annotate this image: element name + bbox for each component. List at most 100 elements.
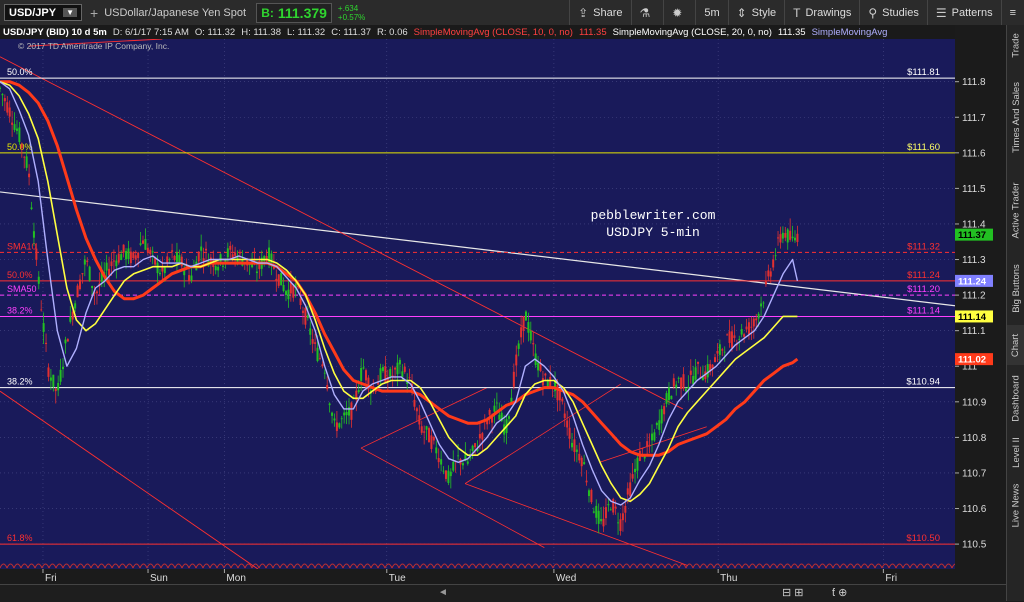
candle-body <box>95 291 98 294</box>
candle-body <box>197 252 200 262</box>
candle-body <box>30 207 33 210</box>
menu-button[interactable]: ≡ <box>1000 0 1024 25</box>
scroll-left-arrow[interactable]: ◄ <box>438 587 448 598</box>
candle-body <box>292 285 295 298</box>
flask-button[interactable]: ⚗ <box>630 0 664 25</box>
candle-body <box>74 303 77 309</box>
y-tick-label: 111.5 <box>962 184 986 195</box>
candle-body <box>401 371 404 378</box>
tab-live-news[interactable]: Live News <box>1007 475 1024 535</box>
price-tag-label: 111.14 <box>958 312 987 323</box>
candle-body <box>132 252 135 259</box>
fib-left-label: 61.8% <box>7 533 33 543</box>
fib-right-label: $111.81 <box>907 67 940 78</box>
candle-body <box>452 461 455 471</box>
chart-title: USD/JPY (BID) 10 d 5m <box>3 26 107 38</box>
tab-big-buttons[interactable]: Big Buttons <box>1007 253 1024 323</box>
x-tick-label: Fri <box>45 573 57 584</box>
candle-body <box>692 376 695 385</box>
style-icon: ⇕ <box>736 5 747 20</box>
high-readout: H: 111.38 <box>241 26 281 38</box>
symbol-selector[interactable]: USD/JPY ▼ <box>4 4 82 21</box>
style-button[interactable]: ⇕ Style <box>727 0 785 25</box>
candle-body <box>466 461 469 464</box>
candle-body <box>275 278 278 282</box>
candle-body <box>64 339 67 344</box>
candle-body <box>265 256 268 262</box>
share-icon: ⇪ <box>578 5 589 20</box>
candle-body <box>619 519 622 532</box>
candle-body <box>636 457 639 471</box>
bid-value: 111.379 <box>277 4 327 21</box>
candle-body <box>20 144 23 149</box>
candle-body <box>45 342 48 345</box>
candle-body <box>529 330 532 341</box>
candle-body <box>432 437 435 441</box>
timeframe-label: 5m <box>704 6 720 19</box>
candle-body <box>163 267 166 274</box>
chart-area[interactable]: USD/JPY (BID) 10 d 5m D: 6/1/17 7:15 AM … <box>0 25 1006 601</box>
candle-body <box>442 470 445 472</box>
candle-body <box>11 122 14 125</box>
candle-body <box>723 351 726 353</box>
tab-trade[interactable]: Trade <box>1007 25 1024 65</box>
candle-body <box>478 434 481 439</box>
candle-body <box>190 275 193 281</box>
candle-body <box>188 275 191 281</box>
candle-body <box>408 377 411 379</box>
candle-body <box>35 248 38 260</box>
candle-body <box>440 459 443 465</box>
candle-body <box>641 448 644 450</box>
candle-body <box>655 423 658 426</box>
fib-right-label: $111.32 <box>907 241 940 252</box>
share-label: Share <box>593 6 623 19</box>
patterns-button[interactable]: ☰ Patterns <box>926 0 1001 25</box>
chevron-down-icon[interactable]: ▼ <box>63 8 77 17</box>
candle-body <box>144 238 147 250</box>
drawing-set-icon[interactable]: ƭ ⊕ <box>832 586 847 599</box>
candle-body <box>634 468 637 473</box>
tab-level-ii[interactable]: Level II <box>1007 431 1024 473</box>
price-chart[interactable]: 50.0% $111.8150.0% $111.60SMA10 $111.3250.0… <box>0 39 1006 598</box>
candle-body <box>774 255 777 257</box>
tab-chart[interactable]: Chart <box>1007 325 1024 365</box>
candle-body <box>81 273 84 275</box>
share-button[interactable]: ⇪ Share <box>569 0 630 25</box>
candle-body <box>139 243 142 245</box>
candle-body <box>171 250 174 252</box>
candle-body <box>461 463 464 466</box>
candle-body <box>321 364 324 367</box>
candle-body <box>59 369 62 382</box>
studies-button[interactable]: ⚲ Studies <box>859 0 927 25</box>
y-tick-label: 111.1 <box>962 326 986 337</box>
zoom-icons[interactable]: ⊟ ⊞ <box>782 586 804 599</box>
drawings-button[interactable]: T Drawings <box>784 0 859 25</box>
candle-body <box>69 316 72 322</box>
add-icon[interactable]: + <box>90 5 98 21</box>
candle-body <box>617 522 620 524</box>
settings-button[interactable]: ✹ <box>663 0 695 25</box>
time-axis[interactable]: Fri Sun Mon Tue Wed Thu Fri <box>0 569 955 585</box>
candle-body <box>151 251 154 253</box>
tab-dashboard[interactable]: Dashboard <box>1007 367 1024 429</box>
candle-body <box>205 248 208 251</box>
candle-body <box>580 457 583 467</box>
timeframe-button[interactable]: 5m <box>695 0 727 25</box>
symbol-description: USDollar/Japanese Yen Spot <box>104 6 247 19</box>
patterns-icon: ☰ <box>935 5 947 20</box>
candle-body <box>299 298 302 306</box>
candle-body <box>127 248 130 260</box>
candle-body <box>364 370 367 381</box>
candle-body <box>117 253 120 263</box>
candle-body <box>733 335 736 339</box>
tab-times-and-sales[interactable]: Times And Sales <box>1007 67 1024 167</box>
tab-active-trader[interactable]: Active Trader <box>1007 169 1024 251</box>
candle-body <box>88 266 91 281</box>
candle-body <box>149 249 152 255</box>
candle-body <box>6 102 9 113</box>
candle-body <box>146 247 149 253</box>
candle-body <box>457 455 460 457</box>
candle-body <box>326 384 329 390</box>
candle-body <box>32 231 35 238</box>
candle-body <box>415 408 418 412</box>
